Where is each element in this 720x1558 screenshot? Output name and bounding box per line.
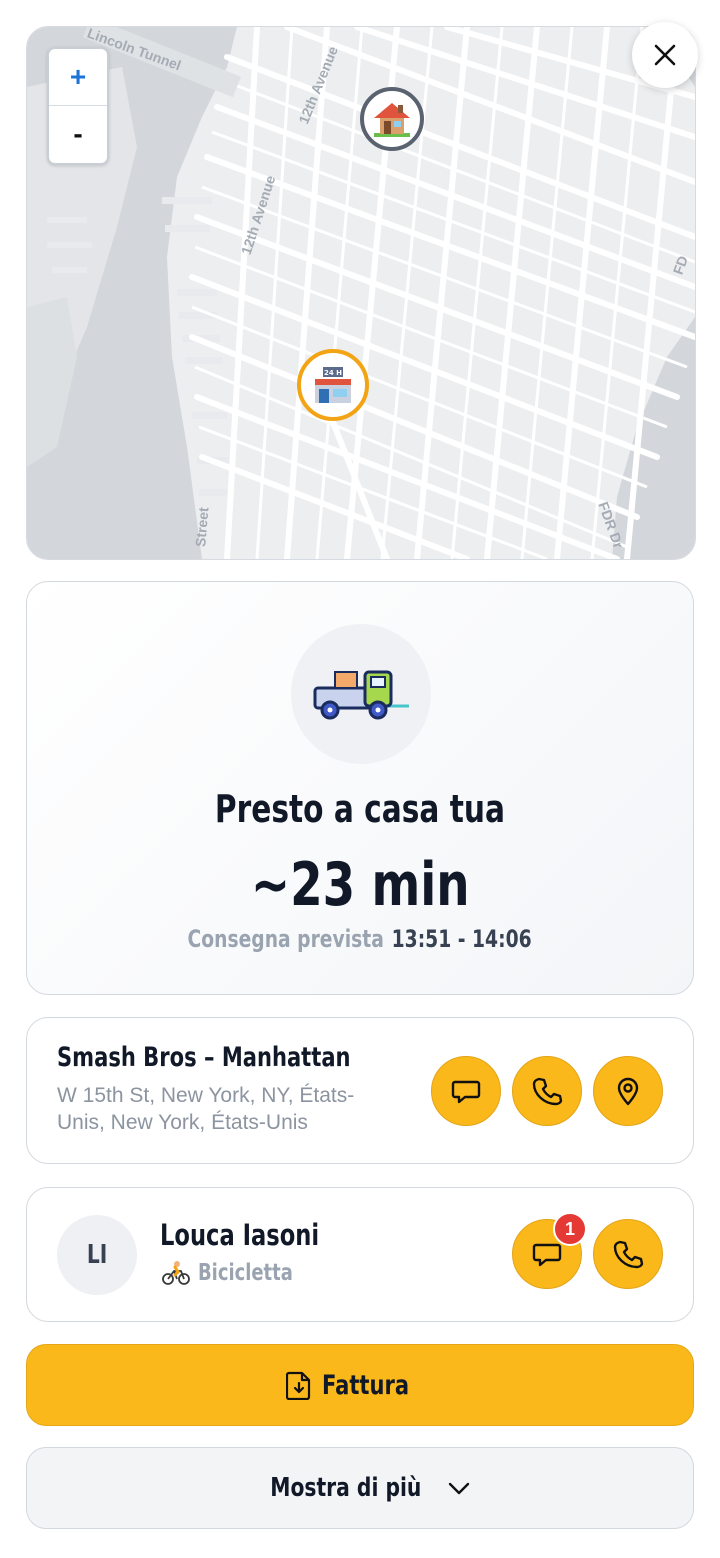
home-marker[interactable] — [360, 87, 424, 151]
zoom-out-button[interactable]: - — [49, 106, 107, 162]
restaurant-address: W 15th St, New York, NY, États-Unis, New… — [57, 1084, 355, 1134]
courier-call-button[interactable] — [593, 1219, 663, 1289]
courier-initials: LI — [86, 1240, 108, 1270]
phone-icon — [613, 1240, 644, 1269]
house-icon — [374, 103, 410, 137]
eta-window: Consegna prevista 13:51 - 14:06 — [27, 925, 693, 954]
invoice-button[interactable]: Fattura — [26, 1344, 694, 1426]
eta-title: Presto a casa tua — [214, 787, 506, 831]
zoom-in-button[interactable]: + — [49, 49, 107, 106]
delivery-truck-icon — [313, 670, 409, 720]
map-view[interactable]: Lincoln Tunnel 12th Avenue 12th Avenue S… — [26, 26, 696, 560]
courier-vehicle: Bicicletta — [162, 1260, 320, 1286]
phone-icon — [532, 1077, 563, 1106]
bicycle-icon — [162, 1261, 190, 1285]
restaurant-location-button[interactable] — [593, 1056, 663, 1126]
store-marker[interactable]: 24 H — [297, 349, 369, 421]
restaurant-chat-button[interactable] — [431, 1056, 501, 1126]
courier-vehicle-label: Bicicletta — [198, 1260, 293, 1286]
chat-icon — [532, 1243, 562, 1267]
restaurant-card: Smash Bros – Manhattan W 15th St, New Yo… — [26, 1017, 694, 1164]
show-more-label: Mostra di più — [270, 1473, 422, 1503]
courier-name: Louca Iasoni — [160, 1218, 320, 1252]
show-more-button[interactable]: Mostra di più — [26, 1447, 694, 1529]
restaurant-call-button[interactable] — [512, 1056, 582, 1126]
eta-time: ~23 min — [250, 850, 470, 920]
close-button[interactable] — [632, 22, 698, 88]
restaurant-name: Smash Bros – Manhattan — [57, 1042, 351, 1073]
courier-chat-button[interactable]: 1 — [512, 1212, 587, 1289]
map-background — [27, 27, 695, 559]
truck-illustration — [291, 624, 431, 764]
close-icon — [654, 44, 676, 66]
avatar: LI — [57, 1215, 137, 1295]
invoice-label: Fattura — [322, 1369, 410, 1401]
download-document-icon — [286, 1371, 311, 1400]
eta-window-value: 13:51 - 14:06 — [392, 925, 533, 953]
chat-icon — [451, 1080, 481, 1104]
courier-card: LI Louca Iasoni Bicicletta 1 — [26, 1187, 694, 1322]
delivery-eta-card: Presto a casa tua ~23 min Consegna previ… — [26, 581, 694, 995]
chevron-down-icon — [448, 1482, 470, 1495]
store-icon: 24 H — [315, 367, 351, 403]
svg-text:24 H: 24 H — [324, 369, 342, 377]
eta-window-label: Consegna prevista — [187, 925, 385, 953]
location-pin-icon — [617, 1077, 639, 1106]
unread-badge: 1 — [553, 1212, 587, 1246]
zoom-control: + - — [47, 47, 109, 165]
